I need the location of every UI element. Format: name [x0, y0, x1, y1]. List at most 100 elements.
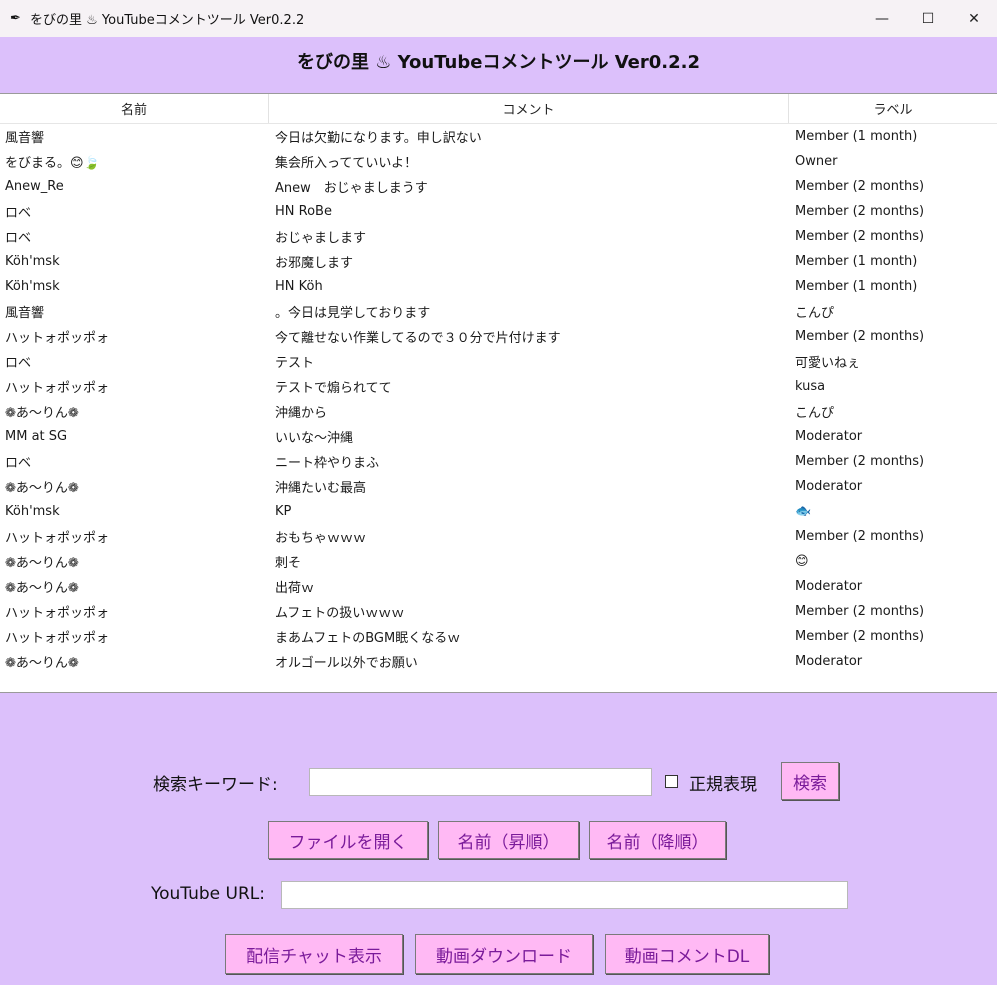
- search-input[interactable]: [309, 768, 652, 796]
- cell-comment: HN RoBe: [275, 204, 332, 219]
- cell-label: Moderator: [795, 479, 863, 494]
- cell-name: 風音響: [5, 306, 45, 321]
- cell-label: Member (2 months): [795, 179, 925, 194]
- comment-download-button[interactable]: 動画コメントDL: [605, 934, 769, 974]
- minimize-button[interactable]: —: [859, 0, 905, 37]
- comment-table[interactable]: 名前 コメント ラベル 風音響 今日は欠勤になります。申し訳ない Member (1…: [0, 93, 997, 693]
- cell-name: ロベ: [5, 231, 32, 246]
- cell-name: ハットォポッポォ: [5, 631, 110, 646]
- cell-label: Member (2 months): [795, 454, 925, 469]
- feather-icon: ✒: [10, 11, 21, 26]
- cell-name: ロベ: [5, 456, 32, 471]
- table-row[interactable]: ❁あ〜りん❁ 刺そ 😊: [0, 549, 997, 574]
- cell-label: Member (1 month): [795, 254, 918, 269]
- regex-label: 正規表現: [689, 775, 757, 795]
- table-row[interactable]: ロベ ニート枠やりまふ Member (2 months): [0, 449, 997, 474]
- table-row[interactable]: ❁あ〜りん❁ 出荷ｗ Moderator: [0, 574, 997, 599]
- cell-label: Moderator: [795, 579, 863, 594]
- column-header-label[interactable]: ラベル: [789, 94, 997, 123]
- cell-label: Moderator: [795, 429, 863, 444]
- cell-comment: 出荷ｗ: [275, 581, 315, 596]
- table-row[interactable]: ロベ テスト 可愛いねぇ: [0, 349, 997, 374]
- cell-label: Owner: [795, 154, 838, 169]
- cell-label: Member (2 months): [795, 529, 925, 544]
- cell-comment: Anew おじゃましまうす: [275, 181, 428, 196]
- column-header-comment[interactable]: コメント: [269, 94, 789, 123]
- cell-comment: オルゴール以外でお願い: [275, 656, 418, 671]
- table-row[interactable]: 風音響 。今日は見学しております こんぴ: [0, 299, 997, 324]
- cell-name: Anew_Re: [5, 179, 64, 194]
- video-download-button[interactable]: 動画ダウンロード: [415, 934, 593, 974]
- table-row[interactable]: 風音響 今日は欠勤になります。申し訳ない Member (1 month): [0, 124, 997, 149]
- cell-label: こんぴ: [795, 306, 835, 321]
- cell-label: Member (2 months): [795, 204, 925, 219]
- table-row[interactable]: ハットォポッポォ まあムフェトのBGM眠くなるｗ Member (2 months): [0, 624, 997, 649]
- cell-label: Member (1 month): [795, 279, 918, 294]
- cell-name: ❁あ〜りん❁: [5, 581, 79, 596]
- cell-label: 🐟: [795, 504, 812, 519]
- title-bar: ✒ をびの里 ♨ YouTubeコメントツール Ver0.2.2 — ☐ ✕: [0, 0, 997, 37]
- cell-label: 😊: [795, 554, 809, 569]
- page-title: をびの里 ♨ YouTubeコメントツール Ver0.2.2: [297, 52, 700, 73]
- table-row[interactable]: をびまる。😊🍃 集会所入ってていいよ！ Owner: [0, 149, 997, 174]
- cell-comment: HN Köh: [275, 279, 323, 294]
- cell-comment: ニート枠やりまふ: [275, 456, 380, 471]
- cell-name: ❁あ〜りん❁: [5, 556, 79, 571]
- live-chat-button[interactable]: 配信チャット表示: [225, 934, 403, 974]
- cell-comment: 沖縄たいむ最高: [275, 481, 367, 496]
- close-button[interactable]: ✕: [951, 0, 997, 37]
- table-header: 名前 コメント ラベル: [0, 94, 997, 124]
- cell-comment: 集会所入ってていいよ！: [275, 156, 418, 171]
- cell-comment: 。今日は見学しております: [275, 306, 431, 321]
- table-row[interactable]: ❁あ〜りん❁ 沖縄から こんぴ: [0, 399, 997, 424]
- table-row[interactable]: ロベ HN RoBe Member (2 months): [0, 199, 997, 224]
- window-title: をびの里 ♨ YouTubeコメントツール Ver0.2.2: [30, 13, 305, 28]
- table-row[interactable]: MM at SG いいな〜沖縄 Moderator: [0, 424, 997, 449]
- cell-name: MM at SG: [5, 429, 68, 444]
- table-row[interactable]: ハットォポッポォ おもちゃｗｗｗ Member (2 months): [0, 524, 997, 549]
- table-row[interactable]: ロベ おじゃまします Member (2 months): [0, 224, 997, 249]
- cell-name: 風音響: [5, 131, 45, 146]
- maximize-button[interactable]: ☐: [905, 0, 951, 37]
- sort-name-desc-button[interactable]: 名前（降順）: [589, 821, 726, 859]
- search-label: 検索キーワード:: [153, 775, 278, 795]
- cell-comment: ムフェトの扱いｗｗｗ: [275, 606, 405, 621]
- cell-label: 可愛いねぇ: [795, 356, 861, 371]
- table-row[interactable]: Köh'msk HN Köh Member (1 month): [0, 274, 997, 299]
- cell-comment: いいな〜沖縄: [275, 431, 354, 446]
- search-button[interactable]: 検索: [781, 762, 839, 800]
- table-row[interactable]: Köh'msk KP 🐟: [0, 499, 997, 524]
- cell-label: Member (2 months): [795, 229, 925, 244]
- cell-name: ハットォポッポォ: [5, 381, 110, 396]
- table-row[interactable]: Köh'msk お邪魔します Member (1 month): [0, 249, 997, 274]
- cell-name: ❁あ〜りん❁: [5, 481, 79, 496]
- cell-name: をびまる。😊🍃: [5, 156, 100, 171]
- cell-label: kusa: [795, 379, 826, 394]
- table-row[interactable]: ❁あ〜りん❁ オルゴール以外でお願い Moderator: [0, 649, 997, 674]
- cell-comment: 今日は欠勤になります。申し訳ない: [275, 131, 482, 146]
- cell-label: Member (2 months): [795, 329, 925, 344]
- column-header-name[interactable]: 名前: [0, 94, 269, 123]
- table-row[interactable]: ハットォポッポォ 今て離せない作業してるので３０分で片付けます Member (2 …: [0, 324, 997, 349]
- table-row[interactable]: ハットォポッポォ ムフェトの扱いｗｗｗ Member (2 months): [0, 599, 997, 624]
- regex-checkbox[interactable]: [665, 775, 678, 788]
- cell-name: ❁あ〜りん❁: [5, 406, 79, 421]
- cell-comment: おじゃまします: [275, 231, 367, 246]
- cell-comment: テスト: [275, 356, 315, 371]
- table-row[interactable]: ❁あ〜りん❁ 沖縄たいむ最高 Moderator: [0, 474, 997, 499]
- cell-label: Member (2 months): [795, 604, 925, 619]
- cell-name: ハットォポッポォ: [5, 331, 110, 346]
- youtube-url-input[interactable]: [281, 881, 848, 909]
- table-row[interactable]: ハットォポッポォ テストで煽られてて kusa: [0, 374, 997, 399]
- open-file-button[interactable]: ファイルを開く: [268, 821, 428, 859]
- cell-name: ハットォポッポォ: [5, 531, 110, 546]
- cell-name: ❁あ〜りん❁: [5, 656, 79, 671]
- cell-label: Moderator: [795, 654, 863, 669]
- table-body: 風音響 今日は欠勤になります。申し訳ない Member (1 month) をびまる。…: [0, 124, 997, 674]
- cell-comment: おもちゃｗｗｗ: [275, 531, 367, 546]
- cell-comment: お邪魔します: [275, 256, 354, 271]
- url-label: YouTube URL:: [151, 884, 265, 904]
- cell-label: Member (1 month): [795, 129, 918, 144]
- sort-name-asc-button[interactable]: 名前（昇順）: [438, 821, 579, 859]
- table-row[interactable]: Anew_Re Anew おじゃましまうす Member (2 months): [0, 174, 997, 199]
